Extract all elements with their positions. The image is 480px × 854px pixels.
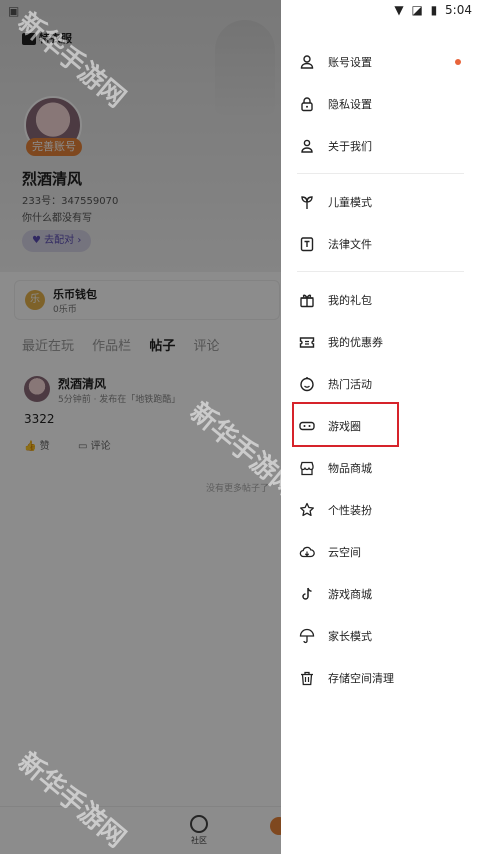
menu-item-kids-mode[interactable]: 儿童模式 [281,181,480,223]
star-badge-icon [300,502,314,517]
battery-icon: ▮ [430,3,438,17]
menu-item-hot-events[interactable]: 热门活动 [281,363,480,405]
status-bar: ▼ ◪ ▮ 5:04 [281,0,480,22]
menu-item-my-coupons[interactable]: 我的优惠券 [281,321,480,363]
notification-dot [455,59,461,65]
drawer-menu: 账号设置 隐私设置 关于我们 儿童模式 法律文件 我的礼包 我的优惠券 热门活动… [281,41,480,699]
lock-icon [301,97,313,112]
umbrella-icon [299,628,315,644]
user-icon [300,55,314,69]
trash-icon [301,671,313,686]
menu-item-legal-documents[interactable]: 法律文件 [281,223,480,265]
about-icon [301,139,313,153]
menu-item-cloud-space[interactable]: 云空间 [281,531,480,573]
gift-icon [300,294,314,308]
wifi-icon: ▼ [394,3,404,17]
divider [297,271,464,272]
highlight-box [292,402,399,447]
menu-item-personal-dress-up[interactable]: 个性装扮 [281,489,480,531]
smile-icon [300,377,314,392]
sim-icon: ◪ [411,3,423,17]
menu-item-item-store[interactable]: 物品商城 [281,447,480,489]
menu-item-account-settings[interactable]: 账号设置 [281,41,480,83]
menu-item-parent-mode[interactable]: 家长模式 [281,615,480,657]
divider [297,173,464,174]
menu-item-about-us[interactable]: 关于我们 [281,125,480,167]
menu-item-my-gift-pack[interactable]: 我的礼包 [281,279,480,321]
menu-item-storage-cleanup[interactable]: 存储空间清理 [281,657,480,699]
status-time: 5:04 [445,3,472,17]
menu-item-privacy-settings[interactable]: 隐私设置 [281,83,480,125]
sprout-icon [301,196,313,209]
store-icon [300,461,314,476]
document-icon [300,237,314,252]
tiktok-icon [302,587,312,600]
menu-item-game-store[interactable]: 游戏商城 [281,573,480,615]
coupon-icon [299,337,315,348]
cloud-icon [299,546,315,558]
